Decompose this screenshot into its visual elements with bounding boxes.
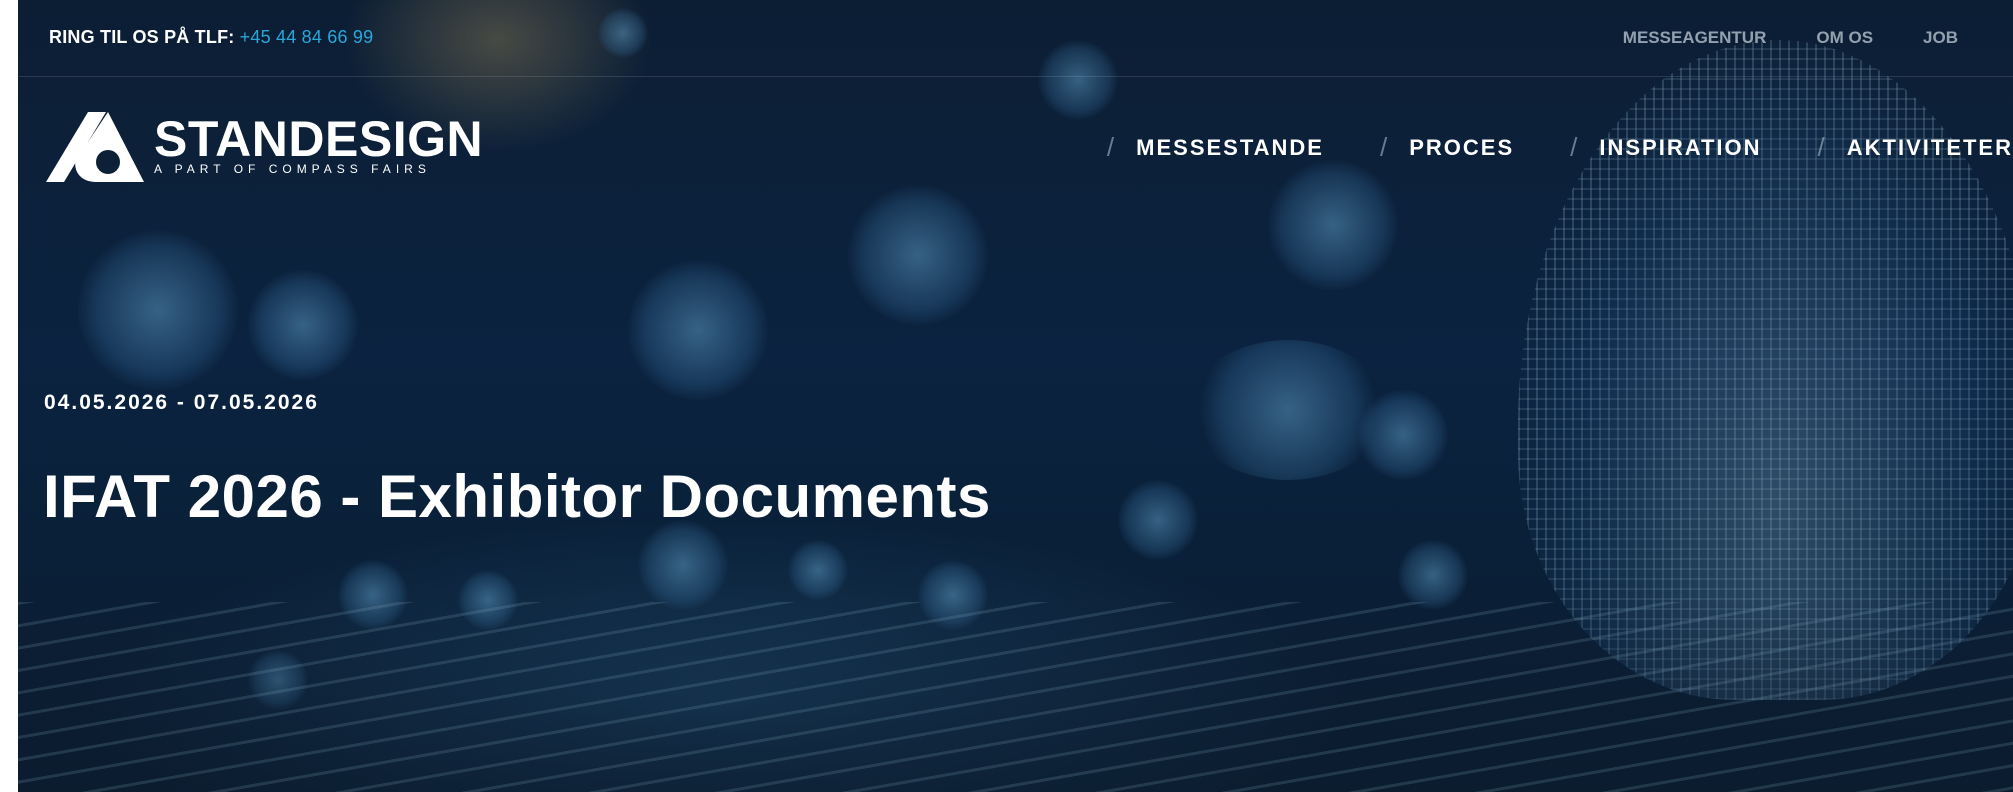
bokeh-light (78, 230, 238, 390)
bokeh-light (1358, 390, 1448, 480)
nav-item-messestande[interactable]: / MESSESTANDE (1107, 132, 1324, 163)
nav-label: PROCES (1409, 134, 1515, 160)
water-surface-image (18, 602, 2013, 792)
logo-name: STANDESIGN (154, 110, 484, 167)
nav-label: INSPIRATION (1599, 134, 1762, 160)
main-navigation: / MESSESTANDE / PROCES / INSPIRATION / A… (1051, 132, 2013, 163)
utility-links: MESSEAGENTUR OM OS JOB (1623, 28, 1958, 48)
hero-banner: RING TIL OS PÅ TLF: +45 44 84 66 99 MESS… (18, 0, 2013, 792)
utility-link-job[interactable]: JOB (1923, 28, 1958, 48)
event-date-range: 04.05.2026 - 07.05.2026 (44, 391, 319, 414)
utility-link-om-os[interactable]: OM OS (1816, 28, 1873, 48)
nav-separator: / (1817, 132, 1827, 162)
phone-number-link[interactable]: +45 44 84 66 99 (240, 27, 374, 47)
site-logo[interactable]: STANDESIGN A PART OF COMPASS FAIRS (44, 108, 483, 184)
bokeh-light (848, 185, 988, 325)
nav-item-inspiration[interactable]: / INSPIRATION (1570, 132, 1761, 163)
bokeh-light (1398, 540, 1468, 610)
logo-text: STANDESIGN A PART OF COMPASS FAIRS (154, 110, 484, 176)
logo-tagline: A PART OF COMPASS FAIRS (154, 161, 431, 176)
nav-label: MESSESTANDE (1136, 134, 1324, 160)
utility-bar: RING TIL OS PÅ TLF: +45 44 84 66 99 MESS… (18, 0, 2013, 77)
phone-contact: RING TIL OS PÅ TLF: +45 44 84 66 99 (49, 27, 373, 48)
nav-item-aktiviteter[interactable]: / AKTIVITETER (1818, 132, 2013, 163)
standesign-logo-icon (46, 112, 144, 182)
bokeh-light (788, 540, 848, 600)
bokeh-light (1268, 160, 1398, 290)
phone-label: RING TIL OS PÅ TLF: (49, 27, 235, 47)
nav-item-proces[interactable]: / PROCES (1380, 132, 1514, 163)
page-title: IFAT 2026 - Exhibitor Documents (43, 463, 991, 530)
nav-separator: / (1106, 132, 1117, 162)
nav-label: AKTIVITETER (1846, 134, 2013, 160)
nav-separator: / (1570, 132, 1580, 162)
bokeh-light (1118, 480, 1198, 560)
bokeh-light (1188, 340, 1388, 480)
bokeh-light (628, 260, 768, 400)
utility-link-messeagentur[interactable]: MESSEAGENTUR (1623, 28, 1767, 48)
nav-separator: / (1379, 132, 1390, 162)
bokeh-light (248, 270, 358, 380)
